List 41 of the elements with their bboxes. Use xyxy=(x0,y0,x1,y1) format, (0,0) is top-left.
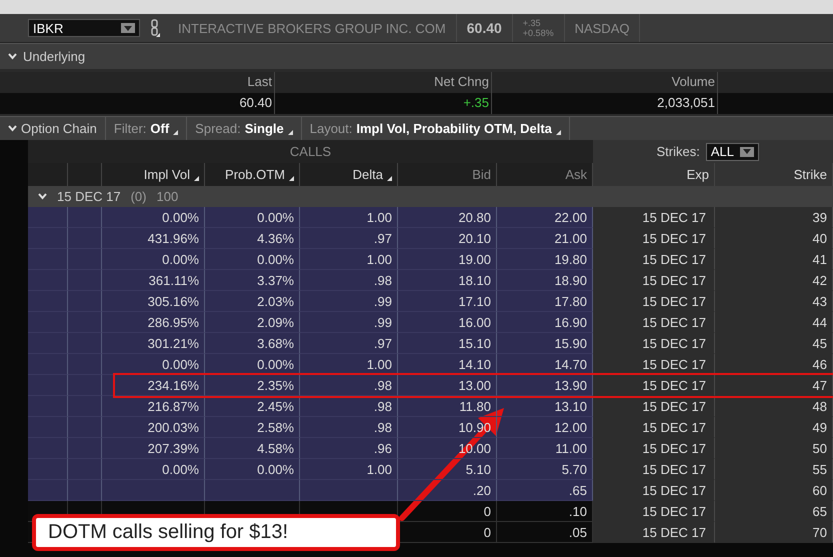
table-cell: 47 xyxy=(715,375,833,396)
dropdown-icon xyxy=(124,26,132,30)
table-cell: 15 DEC 17 xyxy=(593,522,715,543)
chevron-down-icon[interactable] xyxy=(8,125,17,132)
exchange-name: NASDAQ xyxy=(564,14,640,42)
column-header: Last xyxy=(55,72,275,93)
strikes-dropdown[interactable]: ALL xyxy=(706,142,759,160)
stat-value: +.35 xyxy=(275,93,492,114)
symbol-field[interactable]: IBKR xyxy=(28,19,140,37)
callout: DOTM calls selling for $13! xyxy=(32,514,400,551)
table-cell: 70 xyxy=(715,522,833,543)
dropdown-icon xyxy=(743,149,751,154)
company-name: INTERACTIVE BROKERS GROUP INC. COM xyxy=(168,14,457,42)
section-title: Underlying xyxy=(23,49,86,64)
table-cell: .98 xyxy=(300,375,398,396)
percent-change: +0.58% xyxy=(522,28,554,38)
dropdown-icon xyxy=(173,130,178,135)
stat-value: 60.40 xyxy=(55,93,275,114)
table-cell: 15 DEC 17 xyxy=(593,375,715,396)
chevron-down-icon[interactable] xyxy=(8,53,17,60)
last-price: 60.40 xyxy=(456,14,513,42)
expiry-row[interactable]: 15 DEC 17 (0) 100 xyxy=(28,186,833,207)
column-header: Net Chng xyxy=(275,72,492,93)
dropdown-icon xyxy=(556,130,561,135)
expiry-count: (0) xyxy=(130,189,146,204)
section-title: Option Chain xyxy=(21,121,97,136)
column-header: Volume xyxy=(492,72,718,93)
dropdown-icon xyxy=(288,130,293,135)
chevron-down-icon[interactable] xyxy=(38,193,47,200)
link-icon[interactable] xyxy=(150,19,160,37)
table-cell: 13.90 xyxy=(497,375,593,396)
strikes-label: Strikes: xyxy=(656,144,700,159)
calls-title: CALLS xyxy=(28,140,593,163)
stat-value: 2,033,051 xyxy=(492,93,718,114)
expiry-date: 15 DEC 17 xyxy=(57,189,121,204)
table-cell: 13.00 xyxy=(398,375,497,396)
table-cell: .05 xyxy=(497,522,593,543)
table-cell: 2.35% xyxy=(205,375,300,396)
table-cell: 234.16% xyxy=(102,375,205,396)
price-change: +.35 xyxy=(522,18,542,28)
multiplier: 100 xyxy=(156,189,178,204)
